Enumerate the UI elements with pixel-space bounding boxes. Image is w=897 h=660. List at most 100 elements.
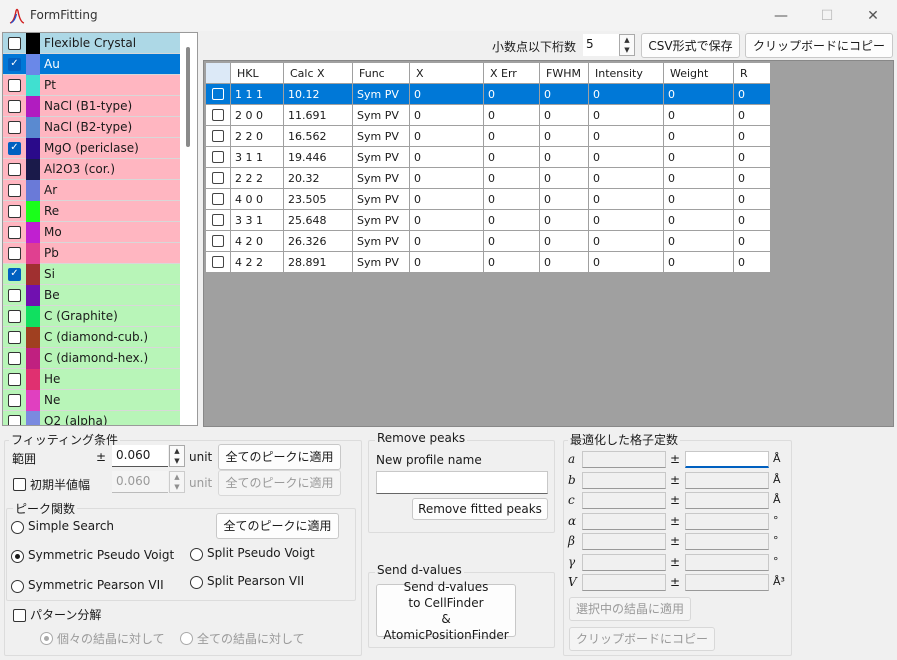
table-cell[interactable]: 0 [588,146,664,168]
row-checkbox[interactable] [212,172,224,184]
row-select-cell[interactable] [205,125,231,147]
lattice-error-field[interactable] [685,492,769,509]
table-cell[interactable]: 0 [409,209,484,231]
crystal-checkbox[interactable] [8,141,21,155]
function-apply-all-button[interactable]: 全てのピークに適用 [216,513,339,539]
table-cell[interactable]: 0 [409,83,484,105]
crystal-checkbox[interactable] [8,267,21,281]
table-cell[interactable]: 0 [539,167,589,189]
table-cell[interactable]: 0 [409,104,484,126]
table-cell[interactable]: Sym PV [352,251,410,273]
table-cell[interactable]: 28.891 [283,251,353,273]
maximize-button[interactable]: ☐ [804,0,850,31]
copy-clipboard-button[interactable]: クリップボードにコピー [745,33,893,58]
crystal-color-swatch[interactable] [26,368,40,390]
table-cell[interactable]: 0 [663,125,734,147]
crystal-checkbox[interactable] [8,183,21,197]
table-cell[interactable]: 0 [588,209,664,231]
pattern-decomposition-checkbox[interactable] [13,609,26,622]
table-cell[interactable]: 3 1 1 [230,146,284,168]
crystal-color-swatch[interactable] [26,137,40,159]
column-header[interactable]: HKL [230,62,284,84]
table-cell[interactable]: 0 [539,83,589,105]
minimize-button[interactable]: — [758,0,804,31]
table-cell[interactable]: 0 [409,146,484,168]
crystal-color-swatch[interactable] [26,263,40,285]
crystal-color-swatch[interactable] [26,347,40,369]
table-cell[interactable]: 0 [663,209,734,231]
decimals-stepper[interactable]: ▲ ▼ [619,34,635,56]
table-row[interactable]: 2 2 0 16.562 Sym PV 0 0 0 0 0 0 [205,125,771,147]
crystal-checkbox[interactable] [8,99,21,113]
lattice-value-field[interactable] [582,533,666,550]
range-stepper[interactable]: ▲ ▼ [169,445,185,467]
table-cell[interactable]: 0 [733,125,771,147]
lattice-value-field[interactable] [582,451,666,468]
lattice-error-field[interactable] [685,512,769,530]
range-apply-all-button[interactable]: 全てのピークに適用 [218,444,341,470]
crystal-color-swatch[interactable] [26,53,40,75]
grid-corner[interactable] [205,62,231,84]
table-cell[interactable]: Sym PV [352,83,410,105]
table-cell[interactable]: Sym PV [352,209,410,231]
table-row[interactable]: 4 2 2 28.891 Sym PV 0 0 0 0 0 0 [205,251,771,273]
crystal-list-item[interactable]: Mo [3,221,180,243]
crystal-color-swatch[interactable] [26,95,40,117]
table-cell[interactable]: 0 [483,251,540,273]
fwhm-apply-all-button[interactable]: 全てのピークに適用 [218,470,341,496]
table-row[interactable]: 1 1 1 10.12 Sym PV 0 0 0 0 0 0 [205,83,771,105]
column-header[interactable]: Weight [663,62,734,84]
table-cell[interactable]: 0 [733,104,771,126]
crystal-checkbox[interactable] [8,120,21,134]
save-csv-button[interactable]: CSV形式で保存 [641,33,740,58]
table-cell[interactable]: 3 3 1 [230,209,284,231]
crystal-list-item[interactable]: MgO (periclase) [3,137,180,159]
row-checkbox[interactable] [212,214,224,226]
table-row[interactable]: 3 3 1 25.648 Sym PV 0 0 0 0 0 0 [205,209,771,231]
crystal-checkbox[interactable] [8,288,21,302]
table-cell[interactable]: 2 2 2 [230,167,284,189]
range-input[interactable]: 0.060 [112,445,168,467]
table-cell[interactable]: Sym PV [352,230,410,252]
table-cell[interactable]: 0 [483,146,540,168]
table-row[interactable]: 3 1 1 19.446 Sym PV 0 0 0 0 0 0 [205,146,771,168]
lattice-error-field[interactable] [685,533,769,550]
table-cell[interactable]: 0 [539,125,589,147]
table-cell[interactable]: Sym PV [352,167,410,189]
crystal-list[interactable]: Flexible Crystal Au Pt NaCl (B1-type) NaCl (… [2,32,198,426]
table-cell[interactable]: 2 2 0 [230,125,284,147]
stepper-up-icon[interactable]: ▲ [620,35,634,45]
table-row[interactable]: 2 0 0 11.691 Sym PV 0 0 0 0 0 0 [205,104,771,126]
column-header[interactable]: Intensity [588,62,664,84]
crystal-list-item[interactable]: C (diamond-cub.) [3,326,180,348]
row-checkbox[interactable] [212,256,224,268]
table-cell[interactable]: 0 [733,209,771,231]
row-checkbox[interactable] [212,235,224,247]
table-cell[interactable]: 25.648 [283,209,353,231]
table-row[interactable]: 4 0 0 23.505 Sym PV 0 0 0 0 0 0 [205,188,771,210]
split-pearson-radio[interactable] [190,576,203,589]
crystal-checkbox[interactable] [8,393,21,407]
crystal-list-item[interactable]: Re [3,200,180,222]
table-cell[interactable]: 0 [588,230,664,252]
table-cell[interactable]: 0 [409,125,484,147]
row-select-cell[interactable] [205,146,231,168]
table-cell[interactable]: 0 [539,209,589,231]
table-cell[interactable]: 20.32 [283,167,353,189]
each-crystal-radio[interactable] [40,632,53,645]
column-header[interactable]: Func [352,62,410,84]
row-select-cell[interactable] [205,104,231,126]
table-cell[interactable]: 0 [663,146,734,168]
stepper-up-icon[interactable]: ▲ [170,472,184,482]
lattice-error-field[interactable] [685,574,769,591]
stepper-down-icon[interactable]: ▼ [620,45,634,55]
table-cell[interactable]: 23.505 [283,188,353,210]
table-cell[interactable]: 0 [588,188,664,210]
send-d-values-button[interactable]: Send d-values to CellFinder & AtomicPosi… [376,580,516,642]
table-cell[interactable]: 26.326 [283,230,353,252]
crystal-list-item[interactable]: C (diamond-hex.) [3,347,180,369]
all-crystals-radio[interactable] [180,632,193,645]
crystal-color-swatch[interactable] [26,33,40,54]
table-cell[interactable]: Sym PV [352,125,410,147]
table-cell[interactable]: 0 [733,146,771,168]
